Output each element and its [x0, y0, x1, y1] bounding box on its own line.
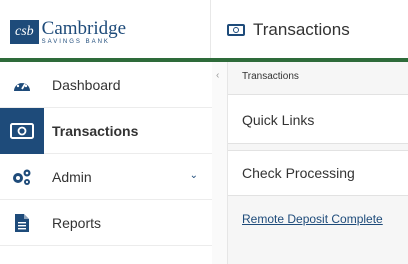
sidebar-item-admin[interactable]: Admin ⌄ [0, 154, 212, 200]
panel-title: Quick Links [242, 112, 315, 128]
sidebar-item-label: Admin [52, 168, 92, 185]
sidebar-item-dashboard[interactable]: Dashboard [0, 62, 212, 108]
logo-badge: csb [10, 20, 39, 44]
sidebar-collapse-toggle[interactable]: ‹ [212, 62, 228, 264]
gears-icon [0, 154, 44, 200]
panel-check-processing[interactable]: Check Processing [228, 150, 408, 196]
sidebar: Dashboard Transactions Admin ⌄ Reports [0, 62, 213, 264]
page-title-label: Transactions [253, 20, 350, 39]
speedometer-icon [0, 62, 44, 108]
document-icon [0, 200, 44, 246]
logo-name: Cambridge [41, 18, 127, 39]
panel-title: Check Processing [242, 165, 355, 181]
sidebar-item-transactions[interactable]: Transactions [0, 107, 212, 154]
logo-subtitle: SAVINGS BANK [41, 39, 110, 45]
panel-quick-links[interactable]: Quick Links [228, 94, 408, 144]
main-content: Transactions Quick Links Check Processin… [228, 62, 408, 264]
page-title: Transactions [227, 20, 350, 40]
sidebar-item-reports[interactable]: Reports [0, 200, 212, 246]
remote-deposit-complete-link[interactable]: Remote Deposit Complete [242, 212, 383, 226]
sidebar-item-label: Transactions [52, 122, 139, 139]
chevron-left-icon: ‹ [216, 70, 220, 81]
chevron-down-icon[interactable]: ⌄ [190, 170, 198, 181]
header-divider [210, 0, 211, 58]
money-icon [227, 24, 245, 36]
breadcrumb: Transactions [242, 71, 299, 82]
bank-logo[interactable]: csb Cambridge SAVINGS BANK [10, 18, 126, 46]
sidebar-item-label: Reports [52, 214, 102, 231]
money-icon [0, 107, 44, 154]
top-bar: csb Cambridge SAVINGS BANK Transactions [0, 0, 408, 58]
sidebar-item-label: Dashboard [52, 76, 121, 93]
